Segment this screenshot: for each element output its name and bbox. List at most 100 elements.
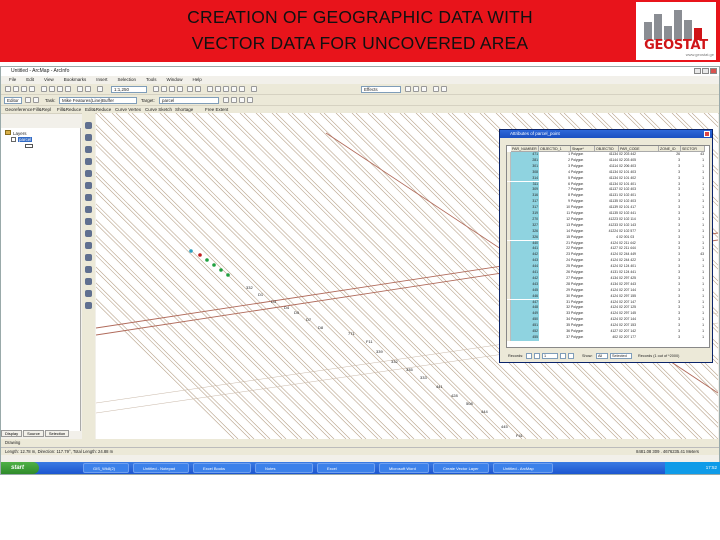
command-line-icon[interactable] <box>177 86 183 92</box>
hyperlink-tool-icon[interactable] <box>85 290 92 297</box>
pan-icon[interactable] <box>85 146 92 153</box>
task-item-3[interactable]: Excel Books <box>193 463 251 473</box>
toc-layer-parcel[interactable]: parcel <box>11 137 33 143</box>
tool-fill-reduce[interactable]: Fill&Reduce <box>57 106 81 113</box>
maximize-button[interactable] <box>702 68 709 74</box>
tab-selection[interactable]: Selection <box>44 430 70 437</box>
swipe-icon[interactable] <box>251 86 257 92</box>
identify-icon[interactable] <box>207 86 213 92</box>
delete-icon[interactable] <box>65 86 71 92</box>
task-dropdown[interactable]: Mike Features(Line)Buffer <box>59 97 137 104</box>
table-cell[interactable]: 02 207 177 <box>619 335 659 341</box>
table-cell[interactable]: Polygon <box>571 335 595 341</box>
go-to-xy-icon[interactable] <box>85 266 92 273</box>
identify-tool-icon[interactable] <box>85 242 92 249</box>
tool-curve-sketch[interactable]: Curve Sketch <box>145 106 172 113</box>
select-elements-icon[interactable] <box>85 230 92 237</box>
new-icon[interactable] <box>5 86 11 92</box>
vertex-marker[interactable] <box>226 273 230 277</box>
contrast-icon[interactable] <box>405 86 411 92</box>
find-icon[interactable] <box>215 86 221 92</box>
vertex-marker[interactable] <box>212 263 216 267</box>
task-item-2[interactable]: Untitled - Notepad <box>133 463 189 473</box>
close-button[interactable] <box>710 68 717 74</box>
rotate-tool-icon[interactable] <box>231 97 237 103</box>
next-record-button[interactable] <box>560 353 566 359</box>
menu-view[interactable]: View <box>40 76 54 84</box>
table-cell[interactable]: 3 <box>659 335 681 341</box>
drawing-menu[interactable]: Drawing <box>1 440 20 445</box>
attributes-icon[interactable] <box>239 97 245 103</box>
table-cell[interactable]: 455 <box>511 334 539 341</box>
model-icon[interactable] <box>195 86 201 92</box>
time-slider-icon[interactable] <box>85 302 92 309</box>
edit-tool-icon[interactable] <box>25 97 31 103</box>
paste-icon[interactable] <box>57 86 63 92</box>
table-cell[interactable]: 37 <box>539 335 571 341</box>
sketch-properties-icon[interactable] <box>247 97 253 103</box>
task-item-7[interactable]: Create Vector Layer <box>433 463 489 473</box>
tab-source[interactable]: Source <box>23 430 44 437</box>
task-item-5[interactable]: Excel <box>317 463 375 473</box>
cut-icon[interactable] <box>41 86 47 92</box>
menu-edit[interactable]: Edit <box>22 76 34 84</box>
add-data-icon[interactable] <box>97 86 103 92</box>
menu-insert[interactable]: Insert <box>92 76 107 84</box>
toc-layers-label[interactable]: Layers <box>5 130 27 137</box>
editor-menu[interactable]: Editor <box>4 97 22 104</box>
show-selected-button[interactable]: Selected <box>610 353 632 359</box>
last-record-button[interactable] <box>568 353 574 359</box>
task-item-6[interactable]: Microsoft Word <box>379 463 429 473</box>
effects-dropdown[interactable]: Effects <box>361 86 401 93</box>
tool-georeference[interactable]: Georeference <box>5 106 33 113</box>
zoom-out-icon[interactable] <box>85 134 92 141</box>
show-all-button[interactable]: All <box>596 353 608 359</box>
catalog-icon[interactable] <box>161 86 167 92</box>
tool-free-extent[interactable]: Free Extent <box>205 106 228 113</box>
first-record-button[interactable] <box>526 353 532 359</box>
split-tool-icon[interactable] <box>223 97 229 103</box>
sketch-tool-icon[interactable] <box>33 97 39 103</box>
zoom-in-icon[interactable] <box>85 122 92 129</box>
record-number-field[interactable]: 1 <box>542 353 558 359</box>
vertex-marker[interactable] <box>198 253 202 257</box>
menu-tools[interactable]: Tools <box>142 76 157 84</box>
vertex-marker[interactable] <box>205 258 209 262</box>
task-item-1[interactable]: GIS_Wk8(2) <box>83 463 129 473</box>
table-cell[interactable]: 402 <box>595 335 619 341</box>
minimize-button[interactable] <box>694 68 701 74</box>
table-cell[interactable]: 1 <box>681 335 705 341</box>
python-icon[interactable] <box>187 86 193 92</box>
layer-visibility-checkbox[interactable] <box>11 137 16 143</box>
editor-toolbar-icon[interactable] <box>153 86 159 92</box>
brightness-icon[interactable] <box>413 86 419 92</box>
menu-window[interactable]: Window <box>163 76 183 84</box>
undo-icon[interactable] <box>77 86 83 92</box>
full-extent-icon[interactable] <box>85 158 92 165</box>
print-icon[interactable] <box>29 86 35 92</box>
open-icon[interactable] <box>13 86 19 92</box>
fixed-zoom-out-icon[interactable] <box>85 182 92 189</box>
attribute-grid[interactable]: PAR_NUMBER OBJECTID_1 Shape* OBJECTID PAR_CO… <box>506 145 710 348</box>
menu-selection[interactable]: Selection <box>114 76 137 84</box>
tool-shortage[interactable]: Shortage <box>175 106 193 113</box>
forward-extent-icon[interactable] <box>85 206 92 213</box>
task-item-8[interactable]: Untitled - ArcMap <box>493 463 553 473</box>
vertex-marker[interactable] <box>219 268 223 272</box>
tool-curve-vertex[interactable]: Curve Vertex <box>115 106 141 113</box>
swipe-layer-icon[interactable] <box>433 86 439 92</box>
flicker-icon[interactable] <box>441 86 447 92</box>
html-popup-icon[interactable] <box>239 86 245 92</box>
select-features-icon[interactable] <box>85 218 92 225</box>
measure-tool-icon[interactable] <box>85 278 92 285</box>
start-button[interactable]: start <box>1 462 39 474</box>
task-item-4[interactable]: Notes <box>255 463 313 473</box>
menu-file[interactable]: File <box>5 76 16 84</box>
save-icon[interactable] <box>21 86 27 92</box>
menu-help[interactable]: Help <box>189 76 202 84</box>
measure-icon[interactable] <box>223 86 229 92</box>
attribute-close-button[interactable] <box>704 131 710 137</box>
transparency-icon[interactable] <box>421 86 427 92</box>
redo-icon[interactable] <box>85 86 91 92</box>
tool-fill-repl[interactable]: Fill&Repl <box>33 106 51 113</box>
